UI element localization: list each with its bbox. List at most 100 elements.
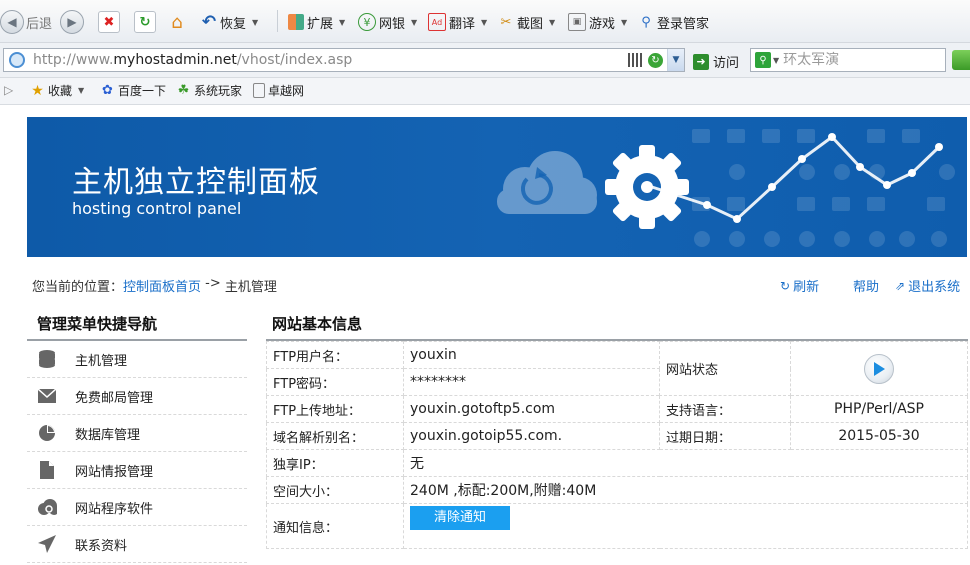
table-row: 域名解析别名： youxin.gotoip55.com. 过期日期： 2015-… [266,422,968,450]
favorite-link-system-player[interactable]: ☘ 系统玩家 [176,82,242,99]
paw-icon: ✿ [102,83,113,98]
pie-chart-icon [37,423,57,443]
breadcrumb: 您当前的位置： 控制面板首页 -> 主机管理 [32,276,277,295]
caret-down-icon: ▼ [339,17,346,27]
forward-button[interactable]: ▶ [60,9,84,35]
ftp-user-label: FTP用户名： [266,341,404,369]
search-input[interactable] [781,51,936,69]
start-site-button[interactable] [864,353,894,384]
banner-title: 主机独立控制面板 [72,165,320,200]
home-button[interactable]: ⌂ [166,9,191,35]
ftp-password-label: FTP密码： [266,368,404,396]
paper-plane-icon [37,534,57,554]
sidebar-item-contact[interactable]: 联系资料 [27,526,247,563]
favorite-link-joyo[interactable]: 卓越网 [253,82,304,99]
table-row: FTP用户名： youxin 网站状态 [266,341,968,396]
home-icon: ⌂ [171,11,183,33]
caret-down-icon: ▼ [481,17,488,27]
engine-caret-icon[interactable]: ▼ [773,56,779,65]
header-banner: 主机独立控制面板 hosting control panel [27,117,967,257]
ftp-address-value: youxin.gotoftp5.com [403,395,660,423]
palm-tree-icon: ☘ [177,83,190,98]
caret-down-icon: ▼ [252,17,259,27]
caret-down-icon: ▼ [411,17,418,27]
sidebar-item-mail[interactable]: 免费邮局管理 [27,378,247,415]
refresh-icon: ↻ [780,278,791,293]
caret-down-icon: ▼ [78,86,85,95]
alias-value: youxin.gotoip55.com. [403,422,660,450]
yen-icon: ¥ [358,13,376,31]
favorite-link-baidu[interactable]: ✿ 百度一下 [100,82,166,99]
sidebar-title: 管理菜单快捷导航 [37,315,158,333]
reload-button[interactable]: ↻ [134,9,156,35]
sidebar-item-software[interactable]: 网站程序软件 [27,489,247,526]
back-arrow-icon: ◀ [0,10,24,34]
scissors-icon: ✂ [500,14,512,30]
bank-menu[interactable]: ¥ 网银 ▼ [358,9,417,35]
stop-button[interactable]: ✖ [98,9,120,35]
logout-icon: ⇗ [895,278,906,293]
breadcrumb-current: 主机管理 [224,280,277,295]
favorites-menu[interactable]: ★ 收藏 ▼ [30,82,84,99]
cloud-icon [497,151,597,214]
page-globe-icon [9,52,25,68]
go-arrow-icon: ➜ [693,53,709,70]
site-status-cell [790,341,968,396]
qr-code-icon[interactable] [628,53,642,67]
space-value: 240M ,标配:200M,附赠:40M [403,476,968,504]
star-icon: ★ [31,82,44,99]
mail-icon [37,386,57,406]
logout-link[interactable]: ⇗ 退出系统 [895,276,960,296]
address-row: http://www.myhostadmin.net/vhost/index.a… [0,43,970,78]
back-button[interactable]: ◀ 后退 [0,9,52,35]
gamepad-icon: ▣ [568,13,586,31]
go-button[interactable]: ➜ 访问 [693,52,739,71]
address-dropdown-icon[interactable]: ▼ [667,49,684,71]
restore-button[interactable]: ↶ 恢复 ▼ [201,9,258,35]
browser-toolbar: ◀ 后退 ▶ ✖ ↻ ⌂ ↶ 恢复 ▼ 扩展 ▼ ¥ 网银 ▼ Ad 翻译 ▼ … [0,0,970,43]
page-icon [253,83,265,98]
stop-icon: ✖ [98,11,120,33]
caret-down-icon: ▼ [549,17,556,27]
help-link[interactable]: 帮助 [853,276,879,295]
ftp-address-label: FTP上传地址： [266,395,404,423]
ip-value: 无 [403,449,968,477]
sidebar-toggle-icon[interactable]: ▷ [4,83,13,97]
compat-refresh-icon[interactable]: ↻ [648,52,663,68]
site-info-title: 网站基本信息 [272,315,363,333]
sidebar-item-database[interactable]: 数据库管理 [27,415,247,452]
search-button[interactable] [952,50,970,70]
sidebar-item-host[interactable]: 主机管理 [27,341,247,378]
refresh-link[interactable]: ↻ 刷新 [780,276,819,296]
language-value: PHP/Perl/ASP [790,395,968,423]
toolbar-separator [277,10,278,32]
document-icon [37,460,57,480]
search-engine-icon[interactable]: ⚲ [755,52,771,68]
notice-cell: 清除通知 [403,503,968,549]
magnifier-icon: ⚲ [641,14,651,30]
site-info-table: FTP用户名： youxin 网站状态 FTP密码： ******** FTP上… [266,341,968,549]
search-box[interactable]: ⚲ ▼ [750,48,946,72]
breadcrumb-home-link[interactable]: 控制面板首页 [123,276,201,295]
forward-arrow-icon: ▶ [60,10,84,34]
database-icon [37,349,57,369]
site-status-label: 网站状态 [659,341,791,396]
translate-menu[interactable]: Ad 翻译 ▼ [428,9,487,35]
address-bar[interactable]: http://www.myhostadmin.net/vhost/index.a… [3,48,685,72]
screenshot-menu[interactable]: ✂ 截图 ▼ [498,9,556,35]
gear-icon [605,145,689,229]
caret-down-icon: ▼ [621,17,628,27]
favorites-bar: ▷ ★ 收藏 ▼ ✿ 百度一下 ☘ 系统玩家 卓越网 [0,78,970,105]
ftp-password-value: ******** [403,368,660,396]
sidebar-item-site-intel[interactable]: 网站情报管理 [27,452,247,489]
url-text[interactable]: http://www.myhostadmin.net/vhost/index.a… [33,52,628,68]
ip-label: 独享IP： [266,449,404,477]
extend-menu[interactable]: 扩展 ▼ [288,9,345,35]
undo-icon: ↶ [201,12,217,32]
games-menu[interactable]: ▣ 游戏 ▼ [568,9,627,35]
clear-notice-button[interactable]: 清除通知 [410,506,510,530]
grid-icon [288,14,304,30]
expire-label: 过期日期： [659,422,791,450]
expire-value: 2015-05-30 [790,422,968,450]
login-manager-button[interactable]: ⚲ 登录管家 [638,9,709,35]
